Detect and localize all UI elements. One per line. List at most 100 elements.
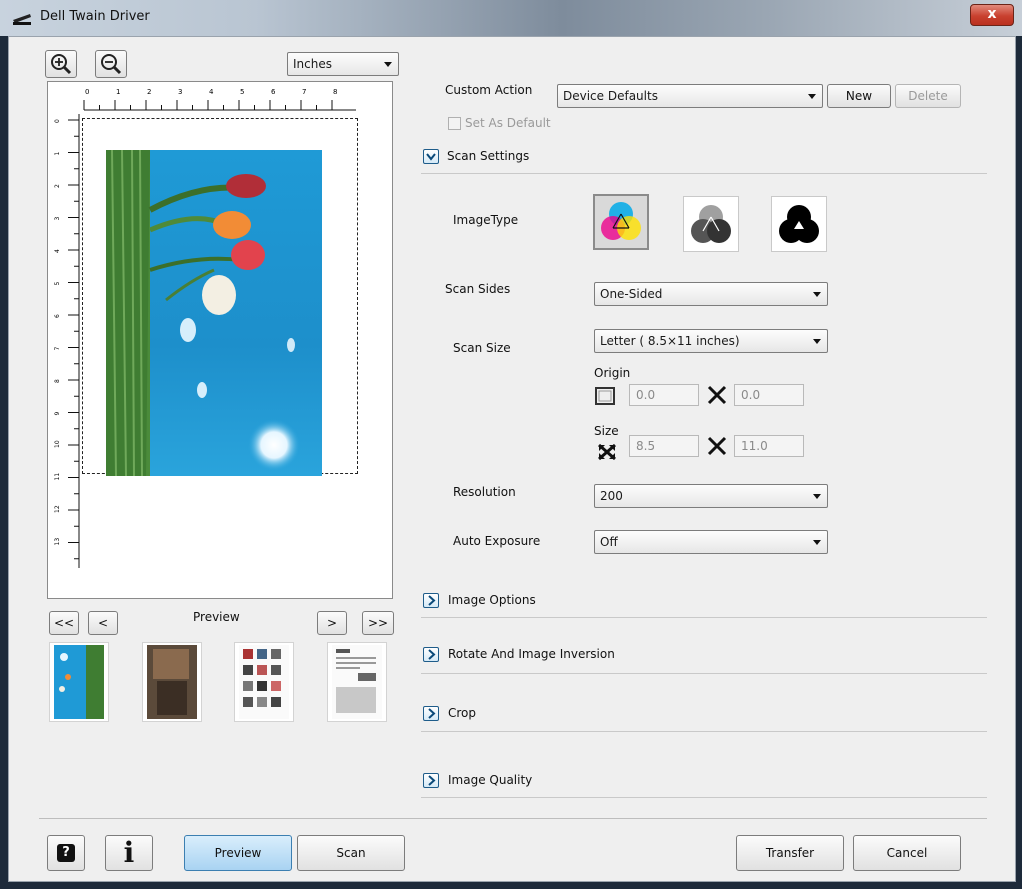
resolution-select[interactable]: 200 bbox=[594, 484, 828, 508]
ruler-tick-label: 12 bbox=[54, 505, 61, 513]
custom-action-label: Custom Action bbox=[445, 83, 533, 97]
ruler-tick-label: 6 bbox=[54, 314, 61, 318]
next-page-button[interactable]: > bbox=[317, 611, 347, 635]
units-select[interactable]: Inches bbox=[287, 52, 399, 76]
ruler-tick-label: 11 bbox=[54, 473, 61, 481]
chevron-right-icon bbox=[428, 775, 436, 786]
delete-action-button[interactable]: Delete bbox=[895, 84, 961, 108]
last-page-button[interactable]: >> bbox=[362, 611, 394, 635]
size-height-field[interactable]: 11.0 bbox=[734, 435, 804, 457]
cancel-button[interactable]: Cancel bbox=[853, 835, 961, 871]
scan-sides-value: One-Sided bbox=[600, 287, 663, 301]
size-label: Size bbox=[594, 424, 619, 438]
color-image-type-button[interactable] bbox=[593, 194, 649, 250]
ruler-tick-label: 13 bbox=[54, 538, 61, 546]
close-button[interactable]: x bbox=[970, 4, 1014, 26]
ruler-tick-label: 9 bbox=[54, 412, 61, 416]
chevron-down-icon bbox=[813, 292, 821, 297]
chevron-right-icon bbox=[428, 708, 436, 719]
scan-button[interactable]: Scan bbox=[297, 835, 405, 871]
preview-button[interactable]: Preview bbox=[184, 835, 292, 871]
scan-size-select[interactable]: Letter ( 8.5×11 inches) bbox=[594, 329, 828, 353]
preview-thumbnail[interactable] bbox=[327, 642, 387, 722]
scan-settings-toggle[interactable] bbox=[423, 149, 439, 164]
preview-thumbnail[interactable] bbox=[49, 642, 109, 722]
chevron-down-icon bbox=[813, 540, 821, 545]
scan-sides-select[interactable]: One-Sided bbox=[594, 282, 828, 306]
crop-section-header[interactable]: Crop bbox=[448, 706, 476, 720]
chevron-right-icon bbox=[428, 649, 436, 660]
ruler-tick-label: 7 bbox=[302, 88, 306, 96]
divider bbox=[421, 173, 987, 174]
set-as-default-checkbox[interactable] bbox=[448, 117, 461, 130]
rotate-section-toggle[interactable] bbox=[423, 647, 439, 662]
crop-section-toggle[interactable] bbox=[423, 706, 439, 721]
ruler-tick-label: 3 bbox=[54, 217, 61, 221]
resolution-value: 200 bbox=[600, 489, 623, 503]
ruler-tick-label: 3 bbox=[178, 88, 182, 96]
ruler-tick-label: 0 bbox=[85, 88, 89, 96]
prev-page-button[interactable]: < bbox=[88, 611, 118, 635]
ruler-tick-label: 4 bbox=[209, 88, 214, 96]
image-options-toggle[interactable] bbox=[423, 593, 439, 608]
grayscale-image-type-button[interactable] bbox=[683, 196, 739, 252]
auto-exposure-select[interactable]: Off bbox=[594, 530, 828, 554]
resolution-label: Resolution bbox=[453, 485, 516, 499]
preview-thumbnails-title: Preview bbox=[193, 610, 240, 624]
origin-x-field[interactable]: 0.0 bbox=[629, 384, 699, 406]
chevron-down-icon bbox=[808, 94, 816, 99]
times-icon bbox=[707, 436, 727, 456]
zoom-in-button[interactable] bbox=[45, 50, 77, 78]
help-button[interactable]: ? bbox=[47, 835, 85, 871]
custom-action-value: Device Defaults bbox=[563, 89, 658, 103]
thumbnail-catalog-image bbox=[239, 645, 289, 719]
title-bar: Dell Twain Driver x bbox=[0, 0, 1022, 36]
black-white-mode-icon bbox=[779, 205, 819, 243]
divider bbox=[421, 617, 987, 618]
scan-size-value: Letter ( 8.5×11 inches) bbox=[600, 334, 740, 348]
black-white-image-type-button[interactable] bbox=[771, 196, 827, 252]
ruler-tick-label: 10 bbox=[54, 440, 61, 448]
window-title: Dell Twain Driver bbox=[40, 9, 150, 24]
times-icon bbox=[707, 385, 727, 405]
image-type-label: ImageType bbox=[453, 213, 519, 227]
ruler-tick-label: 0 bbox=[54, 119, 61, 123]
set-as-default-label: Set As Default bbox=[465, 116, 551, 130]
ruler-tick-label: 7 bbox=[54, 347, 61, 351]
grayscale-mode-icon bbox=[691, 205, 731, 243]
preview-thumbnail[interactable] bbox=[142, 642, 202, 722]
image-options-header[interactable]: Image Options bbox=[448, 593, 536, 607]
origin-icon bbox=[595, 387, 615, 405]
divider bbox=[421, 797, 987, 798]
ruler-tick-label: 8 bbox=[54, 379, 61, 383]
ruler-tick-label: 2 bbox=[54, 184, 61, 188]
size-width-field[interactable]: 8.5 bbox=[629, 435, 699, 457]
scan-settings-header[interactable]: Scan Settings bbox=[447, 149, 529, 163]
preview-thumbnail[interactable] bbox=[234, 642, 294, 722]
vertical-ruler: 012345678910111213 bbox=[54, 114, 80, 568]
new-action-button[interactable]: New bbox=[827, 84, 891, 108]
divider bbox=[421, 673, 987, 674]
zoom-out-button[interactable] bbox=[95, 50, 127, 78]
rotate-section-header[interactable]: Rotate And Image Inversion bbox=[448, 647, 615, 661]
origin-y-field[interactable]: 0.0 bbox=[734, 384, 804, 406]
divider bbox=[421, 731, 987, 732]
preview-pane[interactable]: 012345678 0 1 2 3 4 5 6 7 8 9 10 11 12 13 bbox=[47, 81, 393, 599]
chevron-down-icon bbox=[813, 339, 821, 344]
chevron-right-icon bbox=[428, 595, 436, 606]
ruler-tick-label: 6 bbox=[271, 88, 276, 96]
scan-sides-label: Scan Sides bbox=[445, 282, 511, 296]
resize-icon bbox=[598, 443, 616, 461]
thumbnail-document-image bbox=[332, 645, 382, 719]
zoom-out-icon bbox=[101, 54, 122, 75]
transfer-button[interactable]: Transfer bbox=[736, 835, 844, 871]
custom-action-select[interactable]: Device Defaults bbox=[557, 84, 823, 108]
image-quality-toggle[interactable] bbox=[423, 773, 439, 788]
ruler-tick-label: 8 bbox=[333, 88, 337, 96]
preview-scan-image bbox=[106, 150, 322, 476]
info-button[interactable]: i bbox=[105, 835, 153, 871]
image-quality-header[interactable]: Image Quality bbox=[448, 773, 532, 787]
first-page-button[interactable]: << bbox=[49, 611, 79, 635]
dialog-client: Inches 012345678 0 1 2 3 4 5 6 7 8 9 10 11 12 13 bbox=[8, 36, 1016, 882]
ruler-tick-label: 1 bbox=[54, 152, 61, 156]
